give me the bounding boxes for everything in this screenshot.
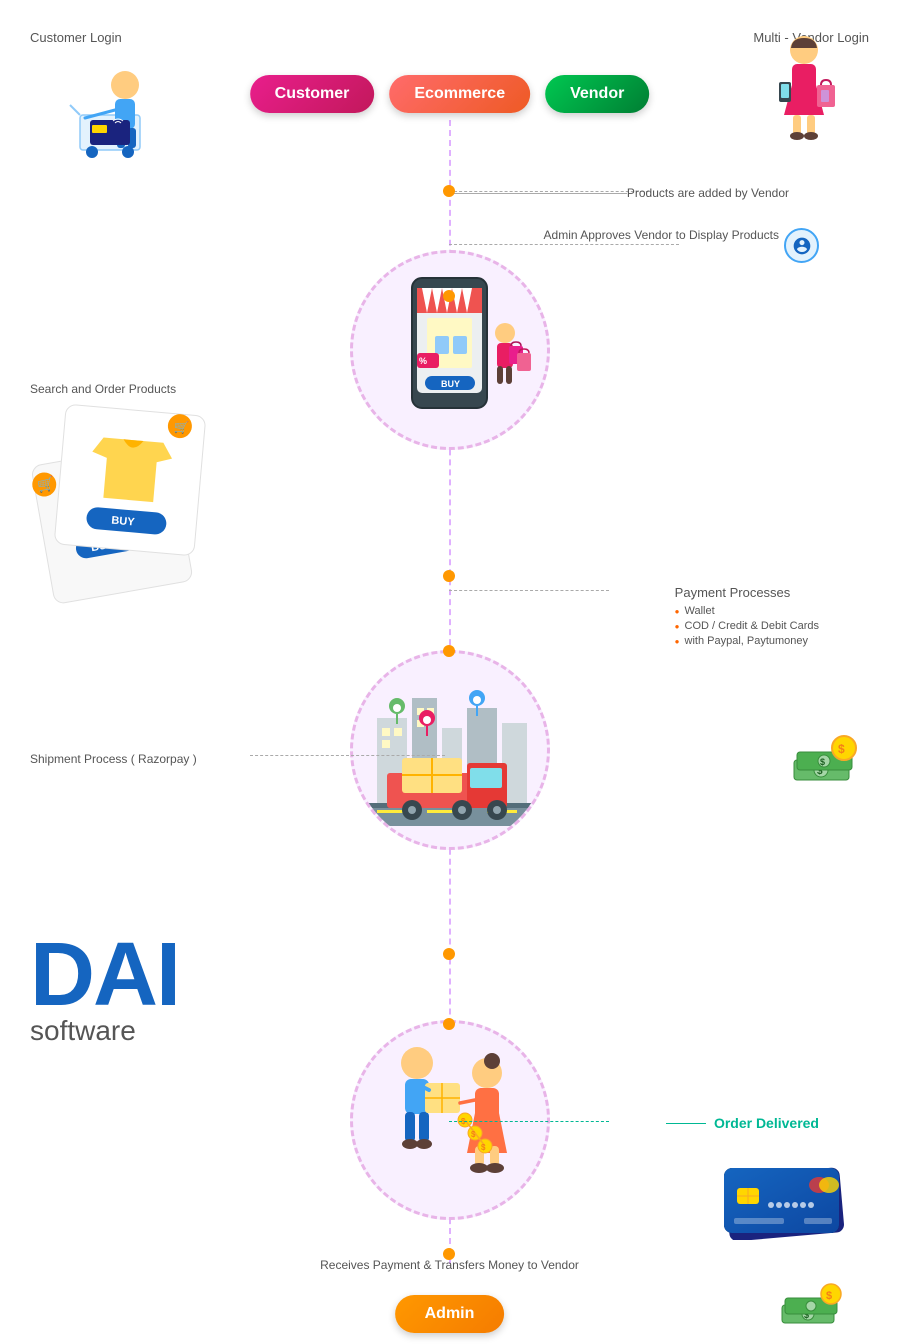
products-line	[449, 191, 649, 192]
svg-text:$: $	[481, 1143, 486, 1152]
money-icon-shipment: $ $ $	[789, 730, 859, 796]
shopping-circle-section: % BUY	[350, 250, 550, 450]
svg-text:🛒: 🛒	[173, 420, 189, 435]
delivery-top-dot	[443, 1018, 455, 1030]
svg-text:$: $	[820, 757, 825, 767]
search-order-label: Search and Order Products	[30, 380, 176, 398]
product-cards-illustration: BUY 🛒 BUY 🛒	[20, 400, 240, 625]
shipment-illustration	[350, 650, 550, 850]
money-icon-admin: $ $	[779, 1280, 844, 1335]
svg-text:$: $	[826, 1290, 832, 1302]
payment-item-cod: COD / Credit & Debit Cards	[675, 620, 819, 632]
customer-figure	[50, 60, 170, 170]
vendor-pill: Vendor	[545, 75, 649, 113]
payment-list: Wallet COD / Credit & Debit Cards with P…	[675, 605, 819, 647]
receives-payment-label: Receives Payment & Transfers Money to Ve…	[320, 1258, 579, 1272]
page-container: Customer Login Multi - Vendor Login	[0, 0, 899, 1344]
vendor-figure	[759, 30, 849, 160]
svg-text:%: %	[419, 356, 427, 366]
dai-text: DAI	[30, 930, 179, 1020]
shipment-bottom-dot	[443, 948, 455, 960]
svg-text:BUY: BUY	[111, 515, 136, 529]
admin-approves-line	[449, 244, 679, 245]
delivery-illustration: $ $ $	[350, 1020, 550, 1220]
customer-login-label: Customer Login	[30, 30, 122, 47]
admin-top-dot	[443, 1248, 455, 1260]
payment-item-paypal: with Paypal, Paytumoney	[675, 635, 819, 647]
payment-item-wallet: Wallet	[675, 605, 819, 617]
products-dot	[443, 185, 455, 197]
pills-container: Customer Ecommerce Vendor	[250, 75, 650, 113]
admin-approves-label: Admin Approves Vendor to Display Product…	[544, 228, 779, 242]
payment-line	[449, 590, 609, 591]
credit-card-illustration	[719, 1160, 849, 1245]
svg-text:BUY: BUY	[441, 379, 460, 389]
ecommerce-pill: Ecommerce	[389, 75, 530, 113]
payment-title: Payment Processes	[675, 585, 819, 600]
customer-pill: Customer	[250, 75, 375, 113]
shipment-label: Shipment Process ( Razorpay )	[30, 750, 197, 768]
delivery-circle-section: $ $ $	[350, 1020, 550, 1220]
dai-software-logo: DAI software	[30, 930, 179, 1047]
admin-pill: Admin	[395, 1295, 505, 1333]
svg-text:$: $	[471, 1130, 476, 1139]
products-added-label: Products are added by Vendor	[627, 186, 789, 200]
shipment-line	[250, 755, 445, 756]
shopping-illustration: % BUY	[350, 250, 550, 450]
order-delivered-line	[449, 1121, 609, 1122]
payment-info-panel: Payment Processes Wallet COD / Credit & …	[675, 585, 819, 650]
payment-dot	[443, 570, 455, 582]
shipment-top-dot	[443, 645, 455, 657]
shopping-top-dot	[443, 290, 455, 302]
shipment-circle-section	[350, 650, 550, 850]
admin-gear-icon	[784, 228, 819, 263]
svg-text:$: $	[838, 742, 845, 756]
order-delivered-label: Order Delivered	[666, 1115, 819, 1131]
